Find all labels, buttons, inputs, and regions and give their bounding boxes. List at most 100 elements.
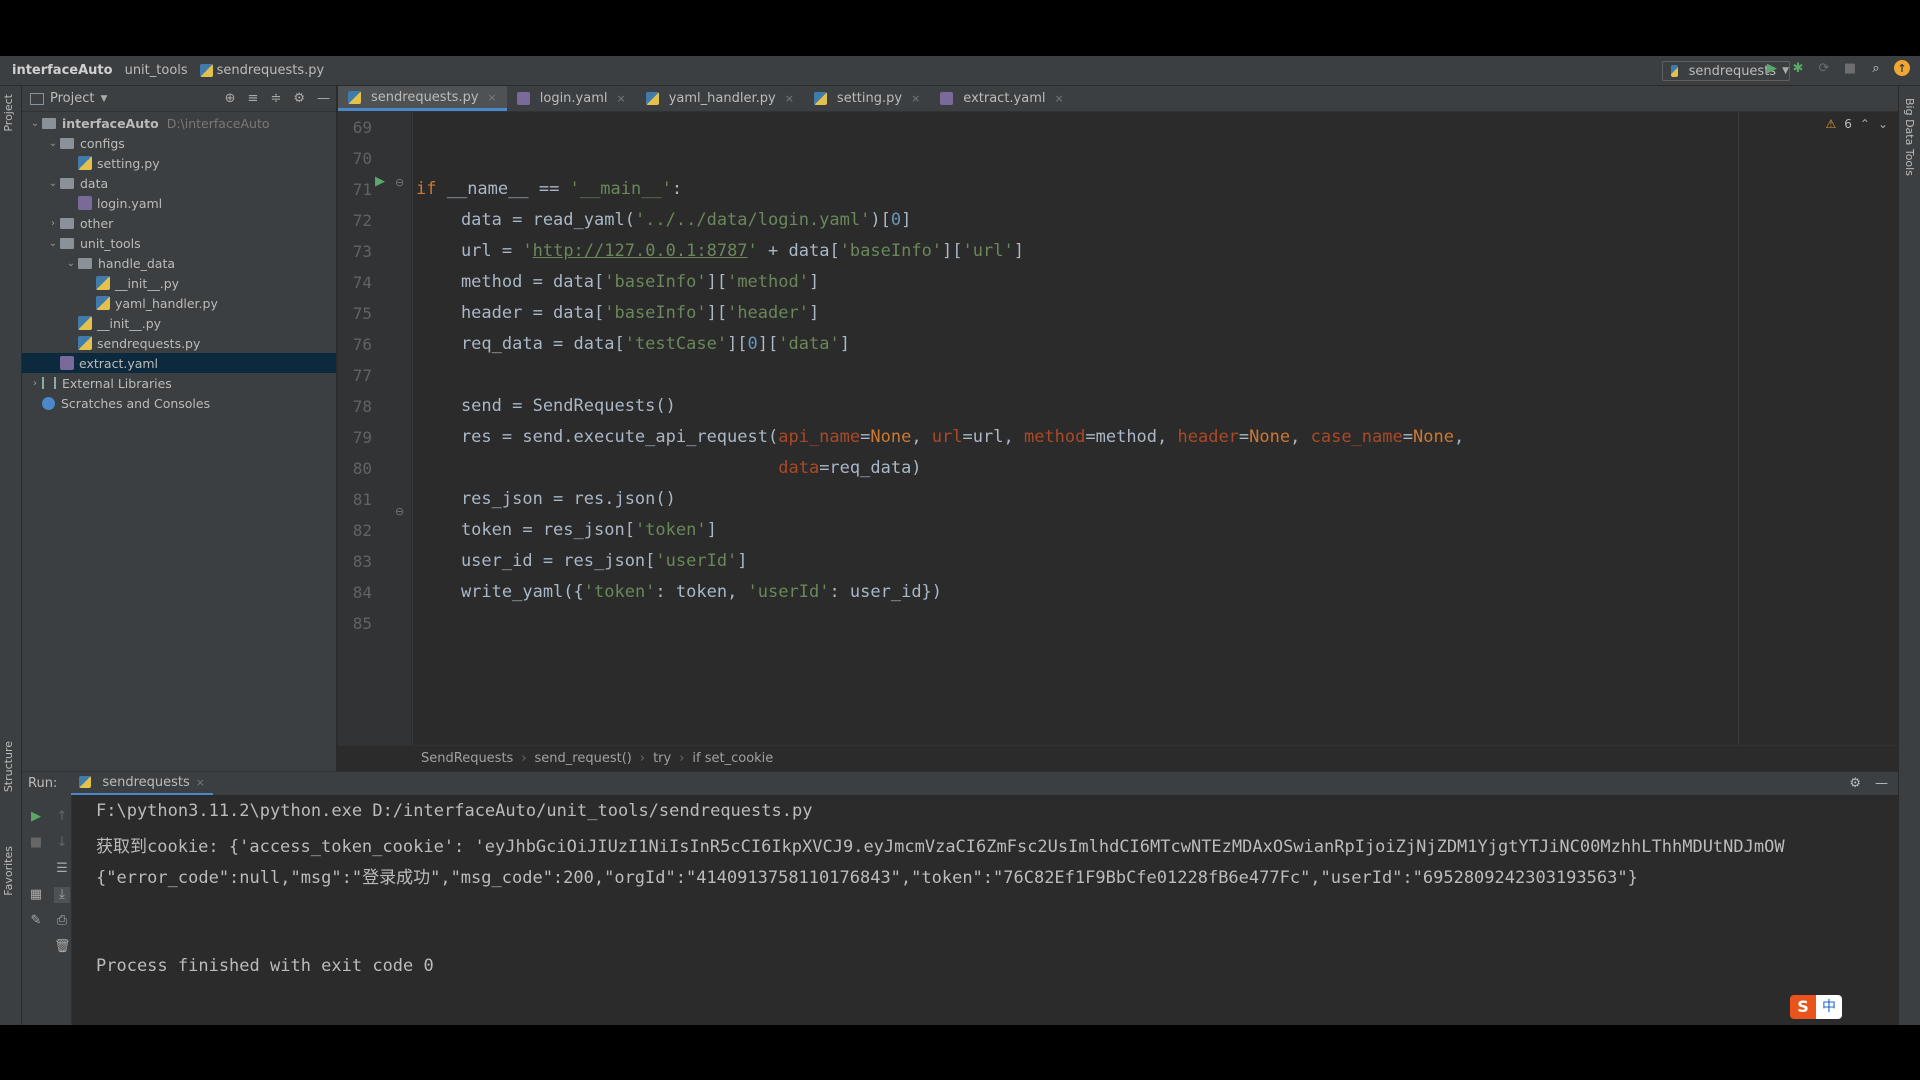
breadcrumb-item[interactable]: send_request() <box>535 751 632 766</box>
ime-indicator[interactable]: S 中 <box>1790 995 1842 1019</box>
editor-tab[interactable]: sendrequests.py × <box>338 86 507 111</box>
editor-tab[interactable]: setting.py × <box>804 86 930 111</box>
fold-icon[interactable]: ⊖ <box>395 176 404 189</box>
project-view-dropdown[interactable]: Project <box>50 91 94 106</box>
print-icon[interactable]: ⎙ <box>54 913 70 929</box>
editor-tab-label: extract.yaml <box>963 91 1046 106</box>
breadcrumb-item[interactable]: try <box>653 751 671 766</box>
coverage-icon[interactable]: ⟳ <box>1816 60 1832 76</box>
editor-tab[interactable]: login.yaml × <box>507 86 636 111</box>
locate-icon[interactable]: ⊕ <box>225 91 236 106</box>
update-icon[interactable]: ↑ <box>1894 60 1910 76</box>
hide-icon[interactable]: — <box>317 91 330 106</box>
close-icon[interactable]: × <box>617 92 626 105</box>
yaml-file-icon <box>516 92 530 105</box>
down-icon[interactable]: ↓ <box>54 835 70 851</box>
rerun-icon[interactable]: ▶ <box>28 809 44 825</box>
tree-item[interactable]: ⌄ handle_data <box>22 253 336 273</box>
nav-crumb-folder[interactable]: unit_tools <box>113 63 188 78</box>
collapse-all-icon[interactable]: ≑ <box>270 91 281 106</box>
close-icon[interactable]: × <box>196 776 205 789</box>
breadcrumb-item[interactable]: SendRequests <box>421 751 513 766</box>
tree-item[interactable]: __init__.py <box>22 273 336 293</box>
close-icon[interactable]: × <box>911 92 920 105</box>
tree-item[interactable]: setting.py <box>22 153 336 173</box>
warning-count: 6 <box>1844 117 1852 131</box>
chevron-down-icon[interactable]: ⌄ <box>64 258 78 269</box>
tree-item[interactable]: sendrequests.py <box>22 333 336 353</box>
project-tool-tab[interactable]: Project <box>2 94 15 132</box>
run-gutter-icon[interactable]: ▶ <box>375 174 385 189</box>
favorites-tool-tab[interactable]: Favorites <box>2 846 15 896</box>
fold-icon[interactable]: ⊖ <box>395 505 404 518</box>
nav-crumb-project[interactable]: interfaceAuto <box>0 63 113 78</box>
tree-item[interactable]: yaml_handler.py <box>22 293 336 313</box>
close-icon[interactable]: × <box>488 91 497 104</box>
line-number: 76 <box>352 335 372 354</box>
stop-icon[interactable]: ■ <box>28 835 44 851</box>
run-icon[interactable]: ▶ <box>1764 60 1780 76</box>
chevron-right-icon: › <box>639 751 646 766</box>
project-view-icon <box>30 92 44 105</box>
editor-tab[interactable]: extract.yaml × <box>930 86 1073 111</box>
chevron-right-icon[interactable]: › <box>46 218 60 229</box>
tree-item[interactable]: ⌄ data <box>22 173 336 193</box>
expand-all-icon[interactable]: ≡ <box>248 91 259 106</box>
scroll-to-end-icon[interactable]: ⤓ <box>54 887 70 903</box>
tree-item-label: data <box>80 175 109 191</box>
tree-item-label: configs <box>80 135 125 151</box>
code-editor[interactable]: 69 70 71 72 73 74 75 76 77 78 79 80 81 82 83 84 85 ▶ ⊖ ⊖… <box>338 112 1898 771</box>
run-console[interactable]: F:\python3.11.2\python.exe D:/interfaceA… <box>72 795 1890 1025</box>
close-icon[interactable]: × <box>1054 92 1063 105</box>
tree-item-label: __init__.py <box>97 315 162 331</box>
tree-item-label: extract.yaml <box>79 355 159 371</box>
chevron-right-icon[interactable]: › <box>28 378 42 389</box>
tree-item-label: other <box>80 215 114 231</box>
layout-icon[interactable]: ▦ <box>28 887 44 903</box>
soft-wrap-icon[interactable]: ☰ <box>54 861 70 877</box>
editor-tab-label: sendrequests.py <box>371 89 479 105</box>
line-number: 82 <box>352 521 372 540</box>
hide-icon[interactable]: — <box>1875 776 1888 791</box>
stop-icon[interactable]: ■ <box>1842 60 1858 76</box>
top-letterbox <box>0 0 1920 56</box>
tree-item[interactable]: login.yaml <box>22 193 336 213</box>
chevron-down-icon[interactable]: ⌄ <box>46 178 60 189</box>
line-number: 78 <box>352 397 372 416</box>
tree-item[interactable]: Scratches and Consoles <box>22 393 336 413</box>
editor-tab[interactable]: yaml_handler.py × <box>636 86 804 111</box>
breadcrumb-item[interactable]: if set_cookie <box>692 751 773 766</box>
search-icon[interactable]: ⌕ <box>1868 60 1884 76</box>
chevron-down-icon[interactable]: ⌄ <box>46 138 60 149</box>
tree-item[interactable]: ⌄ interfaceAuto D:\interfaceAuto <box>22 113 336 133</box>
tree-item[interactable]: extract.yaml <box>22 353 336 373</box>
pin-icon[interactable]: ✎ <box>28 913 44 929</box>
chevron-down-icon[interactable]: ⌄ <box>46 238 60 249</box>
code-line-73: url = 'http://127.0.0.1:8787' + data['ba… <box>420 241 1024 261</box>
editor-tab-label: yaml_handler.py <box>668 91 776 106</box>
code-line-80: data=req_data) <box>778 458 922 478</box>
up-icon[interactable]: ↑ <box>54 809 70 825</box>
structure-tool-tab[interactable]: Structure <box>2 741 15 792</box>
trash-icon[interactable]: 🗑 <box>54 939 71 955</box>
gear-icon[interactable]: ⚙ <box>293 91 305 106</box>
debug-icon[interactable]: ✱ <box>1790 60 1806 76</box>
tree-item[interactable]: › External Libraries <box>22 373 336 393</box>
big-data-tools-tab[interactable]: Big Data Tools <box>1903 98 1916 176</box>
tree-item[interactable]: __init__.py <box>22 313 336 333</box>
chevron-down-icon[interactable]: ⌄ <box>1878 117 1888 131</box>
gear-icon[interactable]: ⚙ <box>1849 776 1861 791</box>
line-number: 83 <box>352 552 372 571</box>
nav-crumb-file[interactable]: sendrequests.py <box>188 63 324 78</box>
inspection-widget[interactable]: ⚠ 6 ⌃ ⌄ <box>1825 117 1888 131</box>
tree-item[interactable]: › other <box>22 213 336 233</box>
line-number: 69 <box>352 118 372 137</box>
tree-item[interactable]: ⌄ configs <box>22 133 336 153</box>
close-icon[interactable]: × <box>785 92 794 105</box>
chevron-down-icon[interactable]: ⌄ <box>28 118 42 129</box>
line-number: 73 <box>352 242 372 261</box>
warning-icon: ⚠ <box>1825 117 1837 131</box>
chevron-up-icon[interactable]: ⌃ <box>1860 117 1870 131</box>
tree-item[interactable]: ⌄ unit_tools <box>22 233 336 253</box>
run-tab-sendrequests[interactable]: sendrequests × <box>71 772 213 796</box>
